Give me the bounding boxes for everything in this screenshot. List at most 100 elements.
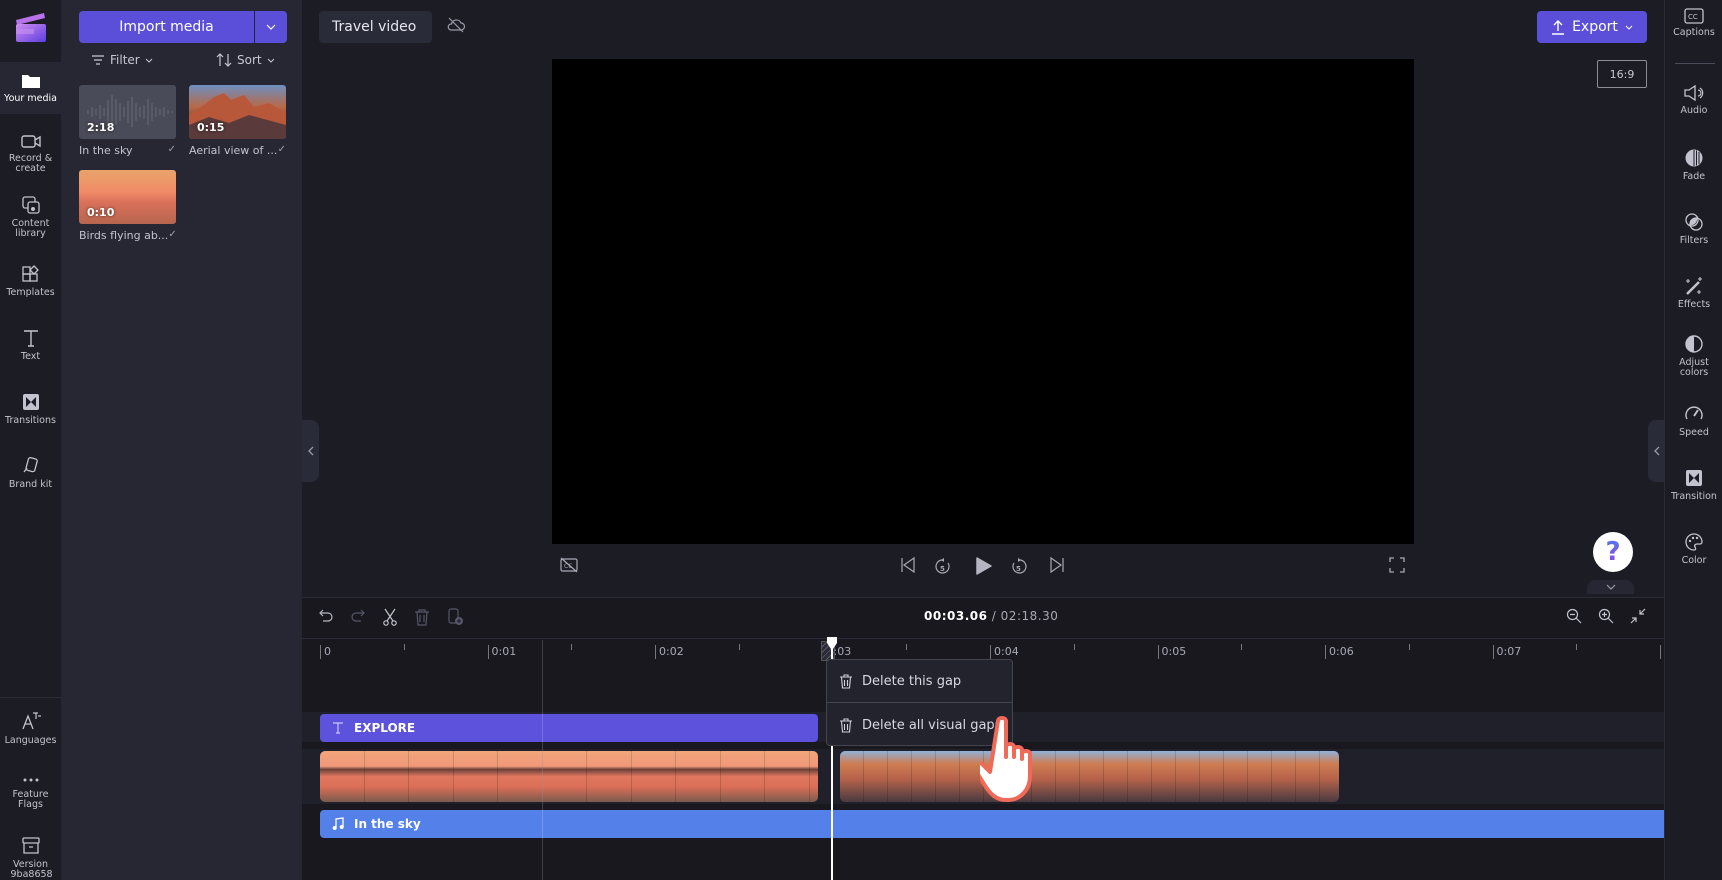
prop-fade[interactable]: Fade — [1665, 148, 1722, 182]
play-icon[interactable] — [974, 557, 992, 575]
nav-transitions[interactable]: Transitions — [0, 392, 61, 426]
help-collapse-button[interactable] — [1587, 580, 1634, 594]
audio-icon — [1684, 84, 1704, 102]
nav-label: Languages — [4, 735, 57, 746]
filmstrip-frame — [1296, 751, 1320, 802]
import-dropdown-button[interactable] — [255, 11, 287, 43]
ruler-minor-tick — [403, 644, 405, 650]
captions-off-icon[interactable]: CC — [560, 557, 578, 573]
nav-languages[interactable]: Languages — [0, 710, 61, 746]
video-preview[interactable] — [552, 59, 1414, 544]
redo-icon[interactable] — [350, 608, 366, 624]
checkmark-icon: ✓ — [167, 144, 176, 155]
video-clip-birds[interactable] — [320, 751, 818, 802]
filmstrip-frame — [1272, 751, 1296, 802]
add-to-timeline-icon[interactable] — [447, 608, 465, 626]
filmstrip-frame — [840, 751, 864, 802]
nav-templates[interactable]: Templates — [0, 264, 61, 298]
video-clip-aerial[interactable] — [840, 751, 1339, 802]
sort-icon — [216, 53, 232, 67]
chevron-left-icon — [1653, 446, 1659, 456]
prop-adjust-colors[interactable]: Adjust colors — [1665, 334, 1722, 378]
filmstrip-frame — [720, 751, 765, 802]
app-logo — [16, 13, 46, 42]
hover-indicator-line — [542, 640, 543, 880]
delete-icon[interactable] — [414, 608, 430, 626]
undo-icon[interactable] — [318, 608, 334, 624]
prop-label: Audio — [1680, 105, 1708, 116]
collapse-properties-panel-button[interactable] — [1648, 420, 1665, 482]
import-media-button[interactable]: Import media — [79, 11, 254, 43]
prop-audio[interactable]: Audio — [1665, 84, 1722, 116]
skip-to-end-icon[interactable] — [1049, 557, 1065, 573]
ruler-tick-label: 0:01 — [491, 645, 517, 658]
prop-color[interactable]: Color — [1665, 532, 1722, 566]
delete-all-visual-gaps-menu-item[interactable]: Delete all visual gaps — [827, 704, 1012, 746]
sort-button[interactable]: Sort — [216, 53, 275, 67]
nav-text[interactable]: Text — [0, 328, 61, 362]
nav-label: Templates — [6, 287, 55, 298]
zoom-in-icon[interactable] — [1598, 608, 1614, 624]
fit-timeline-icon[interactable] — [1630, 608, 1646, 624]
audio-waveform-thumbnail: 2:18 — [79, 85, 176, 139]
ruler-minor-tick — [571, 644, 573, 650]
prop-speed[interactable]: Speed — [1665, 404, 1722, 438]
filmstrip-frame — [1104, 751, 1128, 802]
text-clip-label: EXPLORE — [354, 721, 416, 735]
timeline-ruler[interactable]: 0 0:01 0:02 0:03 0:04 0:05 0:06 0:07 — [302, 638, 1664, 660]
skip-to-start-icon[interactable] — [900, 557, 916, 573]
help-button[interactable]: ? — [1593, 532, 1633, 572]
filmstrip-frame — [912, 751, 936, 802]
prop-effects[interactable]: Effects — [1665, 276, 1722, 310]
nav-version[interactable]: Version 9ba8658 — [0, 836, 61, 880]
media-name: Birds flying ab... — [79, 229, 169, 242]
nav-content-library[interactable]: Content library — [0, 195, 61, 239]
playhead-handle[interactable] — [826, 637, 838, 651]
trash-icon — [840, 673, 852, 689]
chevron-down-icon — [1606, 584, 1615, 590]
media-item-aerial[interactable]: 0:15 Aerial view of ... ✓ — [189, 85, 286, 157]
rewind-5s-icon[interactable]: 5 — [934, 557, 952, 575]
forward-5s-icon[interactable]: 5 — [1010, 557, 1028, 575]
content-library-icon — [21, 196, 40, 214]
checkmark-icon: ✓ — [277, 144, 286, 155]
text-clip-explore[interactable]: EXPLORE — [320, 714, 818, 742]
export-button[interactable]: Export — [1537, 11, 1647, 43]
nav-brand-kit[interactable]: Brand kit — [0, 456, 61, 490]
props-divider — [1675, 63, 1715, 64]
filmstrip-frame — [364, 751, 409, 802]
cloud-off-icon[interactable] — [446, 16, 466, 34]
import-media-label: Import media — [119, 19, 214, 35]
audio-clip-in-the-sky[interactable]: In the sky — [320, 810, 1664, 838]
filmstrip-frame — [1128, 751, 1152, 802]
filter-button[interactable]: Filter — [91, 53, 153, 67]
filmstrip-frame — [409, 751, 454, 802]
zoom-out-icon[interactable] — [1566, 608, 1582, 624]
nav-label: Transitions — [5, 415, 56, 426]
project-title-input[interactable]: Travel video — [319, 11, 432, 43]
fullscreen-icon[interactable] — [1389, 557, 1405, 573]
left-nav-rail: Your media Record & create Content libra… — [0, 0, 61, 880]
nav-your-media[interactable]: Your media — [0, 62, 61, 114]
nav-feature-flags[interactable]: Feature Flags — [0, 774, 61, 810]
nav-record-create[interactable]: Record & create — [0, 132, 61, 174]
music-note-icon — [332, 817, 344, 830]
prop-filters[interactable]: Filters — [1665, 212, 1722, 246]
question-mark-icon: ? — [1605, 537, 1621, 567]
split-scissors-icon[interactable] — [382, 608, 398, 626]
svg-text:5: 5 — [940, 565, 945, 573]
ruler-major-tick — [320, 645, 321, 659]
filmstrip-frame — [864, 751, 888, 802]
media-item-birds[interactable]: 0:10 Birds flying ab... ✓ — [79, 170, 177, 242]
speed-icon — [1685, 406, 1703, 420]
media-item-audio[interactable]: 2:18 In the sky ✓ — [79, 85, 176, 157]
prop-captions[interactable]: CC Captions — [1665, 8, 1722, 38]
filmstrip-frame — [1200, 751, 1224, 802]
aspect-ratio-button[interactable]: 16:9 — [1597, 60, 1647, 88]
delete-this-gap-menu-item[interactable]: Delete this gap — [827, 660, 1012, 702]
media-name: Aerial view of ... — [189, 144, 278, 157]
prop-transition[interactable]: Transition — [1665, 468, 1722, 502]
more-icon — [23, 778, 38, 782]
ruler-tick-label: 0:05 — [1161, 645, 1187, 658]
collapse-media-panel-button[interactable] — [302, 420, 319, 482]
